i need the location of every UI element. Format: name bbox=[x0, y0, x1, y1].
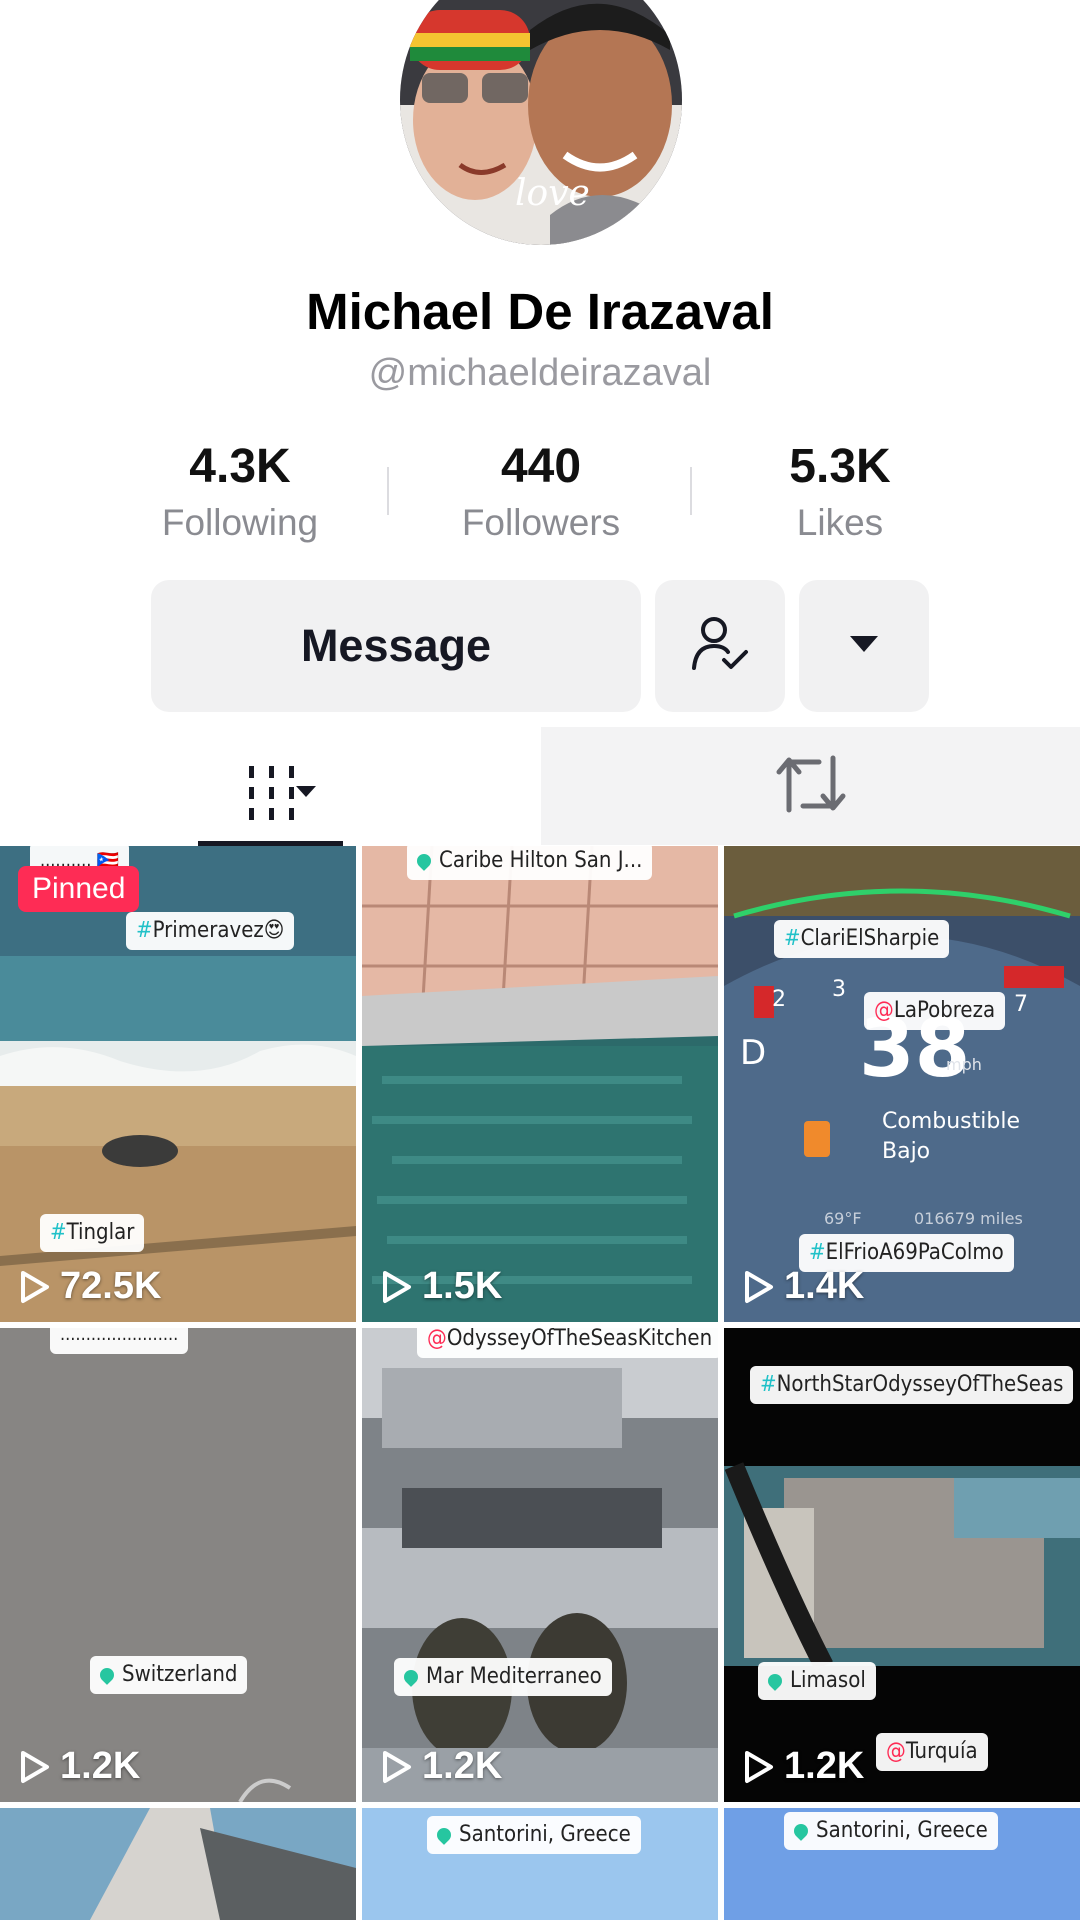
video-tag: #Tinglar bbox=[40, 1214, 145, 1252]
tab-reposts[interactable] bbox=[541, 727, 1080, 845]
video-tile[interactable]: Santorini, Greece bbox=[724, 1808, 1080, 1920]
video-thumbnail bbox=[362, 1328, 718, 1802]
play-icon bbox=[21, 1270, 49, 1303]
stat-likes-label: Likes bbox=[796, 502, 884, 543]
stat-followers-value: 440 bbox=[500, 440, 582, 493]
stat-followers[interactable]: 440 Followers bbox=[421, 438, 661, 548]
svg-text:Bajo: Bajo bbox=[882, 1139, 930, 1164]
video-tile[interactable]: Caribe Hilton San J... 1.5K bbox=[362, 846, 718, 1322]
video-tile[interactable]: 2 3 7 D 38 mph Combustible Bajo 69°F 016… bbox=[724, 846, 1080, 1322]
video-tag: @Turquía bbox=[876, 1733, 988, 1771]
view-count: 1.2K bbox=[20, 1745, 140, 1788]
svg-text:D: D bbox=[740, 1033, 766, 1073]
play-icon bbox=[383, 1270, 411, 1303]
view-count: 1.2K bbox=[744, 1745, 864, 1788]
video-tag: Switzerland bbox=[90, 1656, 248, 1694]
location-pin-icon bbox=[97, 1665, 117, 1685]
video-tag: Mar Mediterraneo bbox=[394, 1658, 612, 1696]
video-tag: #Primeravez😍 bbox=[126, 912, 295, 950]
profile-handle: @michaeldeirazaval bbox=[368, 352, 712, 394]
svg-text:7: 7 bbox=[1014, 992, 1028, 1017]
svg-text:2: 2 bbox=[772, 987, 786, 1012]
stat-followers-label: Followers bbox=[461, 502, 621, 543]
caret-down-icon bbox=[848, 634, 880, 659]
play-icon bbox=[745, 1750, 773, 1783]
stat-following[interactable]: 4.3K Following bbox=[120, 438, 360, 548]
video-tile[interactable]: #NorthStarOdysseyOfTheSeas Limasol @Turq… bbox=[724, 1328, 1080, 1802]
message-button[interactable]: Message bbox=[151, 580, 641, 712]
video-tile[interactable] bbox=[0, 1808, 356, 1920]
location-pin-icon bbox=[401, 1667, 421, 1687]
repost-icon bbox=[775, 752, 847, 821]
view-count: 72.5K bbox=[20, 1265, 161, 1308]
video-tile[interactable]: @OdysseyOfTheSeasKitchen Mar Mediterrane… bbox=[362, 1328, 718, 1802]
stat-likes[interactable]: 5.3K Likes bbox=[720, 438, 960, 548]
video-tag: Santorini, Greece bbox=[427, 1816, 641, 1854]
profile-name: Michael De Irazaval bbox=[306, 283, 774, 340]
view-count: 1.5K bbox=[382, 1265, 502, 1308]
view-count: 1.2K bbox=[382, 1745, 502, 1788]
video-tile[interactable]: .......... 🇵🇷 Pinned #Primeravez😍 #Tingl… bbox=[0, 846, 356, 1322]
video-tag: #ClariElSharpie bbox=[774, 920, 950, 958]
message-button-label: Message bbox=[300, 620, 492, 671]
play-icon bbox=[383, 1750, 411, 1783]
location-pin-icon bbox=[791, 1821, 811, 1841]
stat-divider bbox=[690, 467, 692, 515]
video-tag: #NorthStarOdysseyOfTheSeas bbox=[750, 1366, 1074, 1404]
following-button[interactable] bbox=[655, 580, 785, 712]
video-tile[interactable]: ....................... Switzerland 1.2K bbox=[0, 1328, 356, 1802]
view-count: 1.4K bbox=[744, 1265, 864, 1308]
svg-text:69°F: 69°F bbox=[824, 1209, 862, 1228]
svg-text:Combustible: Combustible bbox=[882, 1109, 1020, 1134]
video-thumbnail bbox=[0, 1808, 356, 1920]
svg-text:016679 miles: 016679 miles bbox=[914, 1209, 1023, 1228]
stat-likes-value: 5.3K bbox=[789, 440, 891, 493]
video-tag: ....................... bbox=[50, 1328, 189, 1354]
profile-avatar[interactable]: love bbox=[400, 0, 682, 245]
video-thumbnail bbox=[0, 1328, 356, 1802]
video-tag: Santorini, Greece bbox=[784, 1812, 998, 1850]
video-thumbnail bbox=[362, 846, 718, 1322]
stat-following-label: Following bbox=[161, 502, 319, 543]
stat-divider bbox=[387, 467, 389, 515]
location-pin-icon bbox=[434, 1825, 454, 1845]
svg-text:3: 3 bbox=[832, 977, 846, 1002]
person-check-icon bbox=[690, 616, 750, 677]
stat-following-value: 4.3K bbox=[189, 440, 291, 493]
grid-bars-icon bbox=[221, 762, 321, 829]
more-options-button[interactable] bbox=[799, 580, 929, 712]
video-tag: Caribe Hilton San J... bbox=[407, 846, 653, 880]
play-icon bbox=[745, 1270, 773, 1303]
svg-text:mph: mph bbox=[946, 1055, 982, 1074]
video-tag: Limasol bbox=[758, 1662, 876, 1700]
play-icon bbox=[21, 1750, 49, 1783]
svg-text:love: love bbox=[515, 173, 590, 214]
location-pin-icon bbox=[414, 851, 434, 871]
tab-videos[interactable] bbox=[198, 745, 343, 845]
video-tag: @LaPobreza bbox=[864, 992, 1006, 1030]
pinned-badge: Pinned bbox=[18, 866, 140, 912]
location-pin-icon bbox=[765, 1671, 785, 1691]
video-tile[interactable]: Santorini, Greece bbox=[362, 1808, 718, 1920]
video-tag: @OdysseyOfTheSeasKitchen bbox=[417, 1328, 718, 1358]
